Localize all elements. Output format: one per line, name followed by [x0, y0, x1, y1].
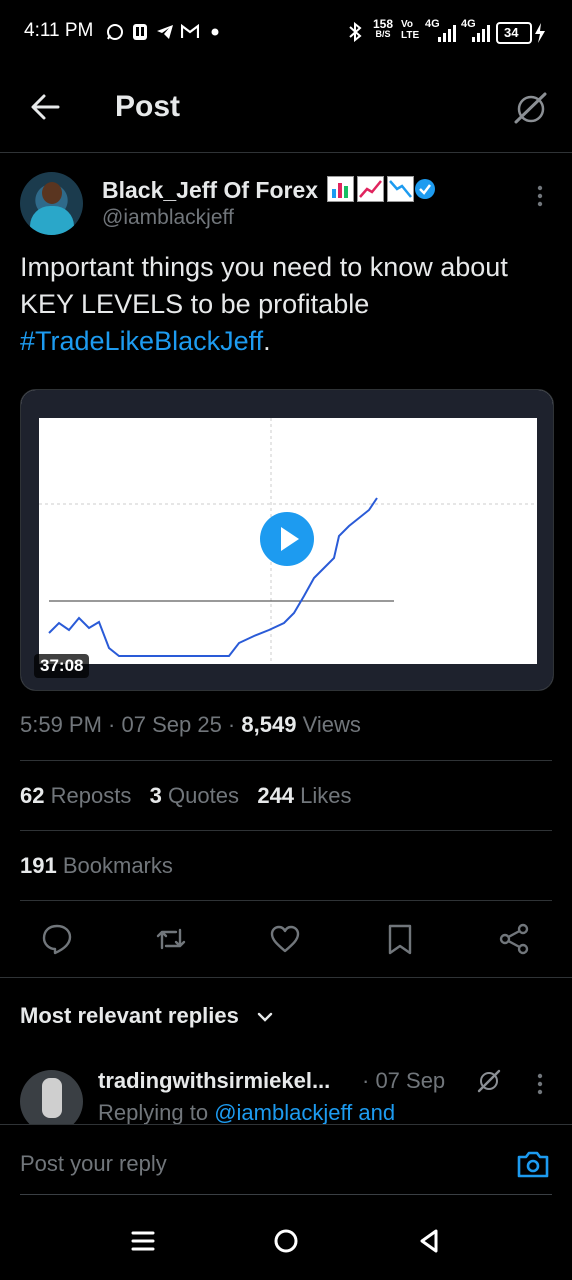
reply-date: · 07 Sep	[362, 1068, 446, 1093]
bar-chart-emoji-icon	[327, 176, 355, 202]
post-text: Important things you need to know about …	[20, 249, 550, 360]
divider	[20, 830, 552, 831]
telegram-icon	[157, 25, 173, 39]
views-count: 8,549	[241, 712, 297, 737]
engagement-stats: 62 Reposts 3 Quotes 244 Likes	[20, 783, 352, 809]
video-thumbnail[interactable]: 37:08	[20, 389, 554, 691]
chart-decreasing-emoji-icon	[387, 176, 415, 202]
replies-sort-label[interactable]: Most relevant replies	[20, 1003, 239, 1029]
repost-icon[interactable]	[154, 922, 188, 956]
post-time: 5:59 PM	[20, 712, 102, 737]
bookmarks-stat: 191 Bookmarks	[20, 853, 173, 878]
post-text-end: .	[263, 326, 271, 356]
post-meta: 5:59 PM · 07 Sep 25 · 8,549 Views	[20, 712, 361, 737]
reply-author-name[interactable]: tradingwithsirmiekel...	[98, 1068, 330, 1094]
divider	[20, 900, 552, 901]
post-text-main: Important things you need to know about …	[20, 252, 508, 319]
post-date: 07 Sep 25	[121, 712, 222, 737]
views-label: Views	[302, 712, 361, 737]
like-icon[interactable]	[268, 922, 302, 956]
home-circle-icon[interactable]	[271, 1226, 301, 1256]
app-icon	[133, 24, 147, 40]
charging-icon	[535, 23, 545, 43]
chevron-down-icon[interactable]	[256, 1008, 274, 1026]
replying-to: Replying to @iamblackjeff and	[98, 1100, 396, 1125]
camera-icon[interactable]	[516, 1149, 550, 1179]
likes-stat[interactable]: 244 Likes	[257, 783, 351, 808]
author-name-row[interactable]: Black_Jeff Of Forex	[102, 176, 415, 204]
reply-input[interactable]	[20, 1151, 480, 1177]
gmail-icon	[181, 24, 199, 38]
signal-icon	[438, 25, 456, 42]
reply-icon[interactable]	[40, 922, 74, 956]
bookmark-icon[interactable]	[383, 922, 417, 956]
signal-icon	[472, 25, 490, 42]
back-arrow-icon[interactable]	[28, 90, 62, 124]
whatsapp-icon	[107, 24, 123, 40]
divider	[20, 760, 552, 761]
play-button[interactable]	[260, 512, 314, 566]
system-nav-bar	[0, 1200, 572, 1280]
dot-icon	[211, 28, 219, 36]
battery-icon: 34	[496, 22, 532, 44]
top-app-bar: Post	[0, 64, 572, 153]
more-options-icon[interactable]	[530, 184, 550, 208]
divider	[0, 977, 572, 978]
author-name[interactable]: Black_Jeff Of Forex	[102, 177, 318, 203]
bluetooth-icon	[349, 22, 362, 42]
divider	[20, 1194, 552, 1195]
play-icon	[281, 527, 299, 551]
author-handle[interactable]: @iamblackjeff	[102, 206, 234, 230]
hashtag-link[interactable]: #TradeLikeBlackJeff	[20, 326, 263, 356]
volte-label: Vo LTE	[401, 19, 420, 41]
reply-composer	[0, 1124, 572, 1201]
speed-value: 158	[372, 17, 394, 31]
author-avatar[interactable]	[20, 172, 83, 235]
replying-to-link[interactable]: @iamblackjeff and	[214, 1100, 395, 1125]
verified-badge-icon	[415, 179, 435, 199]
page-title: Post	[115, 90, 181, 123]
menu-icon[interactable]	[128, 1226, 158, 1256]
more-options-icon[interactable]	[530, 1072, 550, 1096]
battery-level: 34	[504, 25, 519, 40]
status-bar: 4:11 PM 158 B/S Vo LTE 4G 4G 34	[0, 0, 572, 64]
grok-icon[interactable]	[476, 1068, 502, 1094]
quotes-stat[interactable]: 3 Quotes	[150, 783, 239, 808]
grok-icon[interactable]	[510, 88, 550, 128]
status-time: 4:11 PM	[24, 20, 94, 41]
video-duration: 37:08	[34, 654, 90, 678]
reposts-stat[interactable]: 62 Reposts	[20, 783, 131, 808]
share-icon[interactable]	[497, 922, 531, 956]
chart-increasing-emoji-icon	[357, 176, 385, 202]
back-triangle-icon[interactable]	[414, 1226, 444, 1256]
network-speed: 158 B/S	[371, 17, 395, 39]
